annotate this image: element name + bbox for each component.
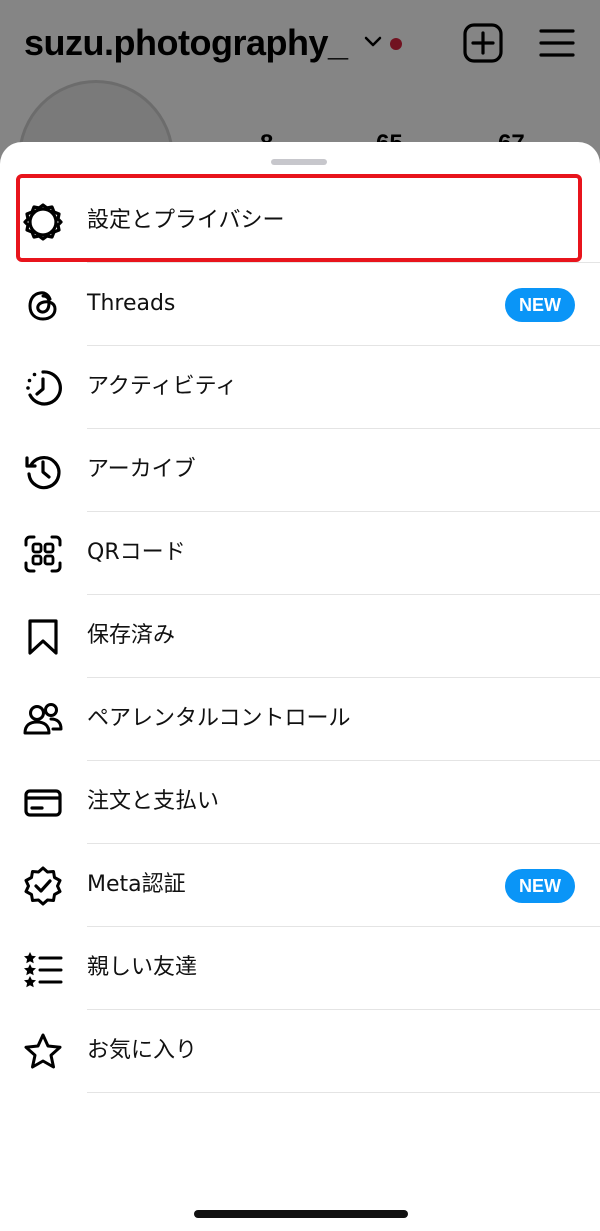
- menu-item-label: Threads: [87, 291, 176, 316]
- activity-icon: [22, 367, 64, 409]
- highlight-annotation: [16, 174, 582, 262]
- divider: [87, 1092, 600, 1093]
- bookmark-icon: [22, 616, 64, 658]
- menu-item-threads[interactable]: Threads NEW: [0, 263, 600, 346]
- menu-item-label: お気に入り: [87, 1038, 198, 1063]
- new-badge: NEW: [505, 288, 575, 322]
- close-friends-list-icon: [22, 948, 64, 990]
- options-bottom-sheet: 設定とプライバシー Threads NEW アクティビティ アーカイブ QRコー…: [0, 142, 600, 1231]
- parental-control-icon: [22, 699, 64, 741]
- threads-icon: [22, 284, 64, 326]
- menu-item-label: アーカイブ: [87, 457, 196, 482]
- sheet-grabber[interactable]: [271, 159, 327, 165]
- options-menu: 設定とプライバシー Threads NEW アクティビティ アーカイブ QRコー…: [0, 180, 600, 1093]
- menu-item-parental-control[interactable]: ペアレンタルコントロール: [0, 678, 600, 761]
- menu-item-label: 注文と支払い: [87, 789, 220, 814]
- archive-icon: [22, 450, 64, 492]
- star-icon: [22, 1031, 64, 1073]
- menu-item-saved[interactable]: 保存済み: [0, 595, 600, 678]
- menu-item-label: Meta認証: [87, 872, 186, 897]
- menu-item-favorites[interactable]: お気に入り: [0, 1010, 600, 1093]
- menu-item-qr-code[interactable]: QRコード: [0, 512, 600, 595]
- menu-item-label: 保存済み: [87, 623, 176, 648]
- credit-card-icon: [22, 782, 64, 824]
- new-badge: NEW: [505, 869, 575, 903]
- menu-item-meta-verified[interactable]: Meta認証 NEW: [0, 844, 600, 927]
- menu-item-activity[interactable]: アクティビティ: [0, 346, 600, 429]
- menu-item-orders-payments[interactable]: 注文と支払い: [0, 761, 600, 844]
- menu-item-close-friends[interactable]: 親しい友達: [0, 927, 600, 1010]
- menu-item-label: QRコード: [87, 540, 186, 565]
- menu-item-archive[interactable]: アーカイブ: [0, 429, 600, 512]
- menu-item-label: アクティビティ: [87, 374, 238, 399]
- verified-badge-icon: [22, 865, 64, 907]
- qr-code-icon: [22, 533, 64, 575]
- home-indicator: [194, 1210, 408, 1218]
- menu-item-label: 親しい友達: [87, 955, 198, 980]
- menu-item-label: ペアレンタルコントロール: [87, 706, 351, 731]
